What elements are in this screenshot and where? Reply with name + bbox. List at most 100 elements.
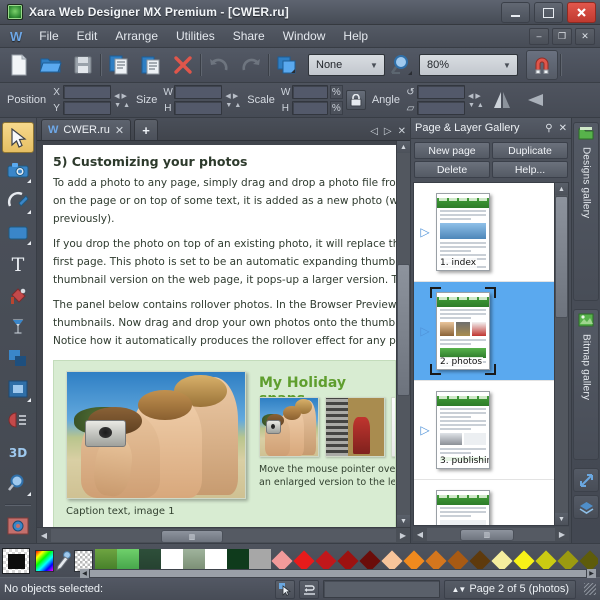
stack-icon[interactable] (573, 495, 599, 519)
close-button[interactable] (567, 2, 596, 23)
duplicate-button[interactable]: Duplicate (492, 142, 568, 159)
main-photo[interactable] (66, 371, 246, 499)
text-tool[interactable]: T (3, 249, 33, 278)
menu-edit[interactable]: Edit (68, 27, 107, 45)
triangle-right-icon[interactable]: ▷ (414, 225, 436, 239)
mdi-restore-button[interactable]: ❐ (552, 27, 572, 45)
freehand-tool[interactable] (3, 187, 33, 216)
menu-share[interactable]: Share (224, 27, 274, 45)
delete-icon[interactable] (168, 51, 198, 79)
size-spinners[interactable]: ◀ ▶ ▼ ▲ (225, 92, 241, 109)
gallery-page-row-1[interactable]: ▷ 1. index (414, 183, 554, 282)
page-thumbnail-1[interactable]: 1. index (436, 193, 490, 271)
position-y-input[interactable] (63, 101, 112, 115)
snap-magnet-icon[interactable] (526, 50, 558, 80)
gallery-scroll-right-icon[interactable]: ▶ (555, 528, 569, 541)
mdi-minimize-button[interactable]: – (529, 27, 549, 45)
scroll-up-icon[interactable]: ▲ (397, 141, 410, 153)
menu-utilities[interactable]: Utilities (167, 27, 224, 45)
gallery-horizontal-scrollbar[interactable]: ◀ ▥ ▶ (413, 527, 569, 541)
tab-prev-icon[interactable]: ◁ (370, 126, 378, 137)
tab-close-icon[interactable]: ✕ (115, 124, 124, 137)
page-thumbnail-3[interactable]: 3. publishing (436, 391, 490, 469)
gallery-page-row-2[interactable]: ▷ 2. photos (414, 282, 554, 381)
save-document-icon[interactable] (68, 51, 98, 79)
angle-input[interactable] (416, 85, 465, 99)
canvas-vertical-scrollbar[interactable]: ▲ ▼ (396, 141, 410, 527)
canvas-viewport[interactable]: 5) Customizing your photos To add a phot… (37, 141, 396, 527)
flip-vertical-icon[interactable] (487, 86, 517, 114)
3d-extrude-icon[interactable]: 3D (3, 437, 33, 466)
lock-icon[interactable] (345, 90, 366, 110)
position-spinners[interactable]: ◀ ▶ ▼ ▲ (114, 92, 130, 109)
gallery-hscroll-thumb[interactable]: ▥ (460, 528, 515, 541)
palette-scrollbar[interactable]: ◀ ▶ (80, 569, 596, 578)
zoom-tool[interactable] (3, 468, 33, 497)
vscroll-thumb[interactable] (397, 264, 410, 396)
redo-icon[interactable] (236, 51, 266, 79)
menu-file[interactable]: File (30, 27, 67, 45)
menu-help[interactable]: Help (334, 27, 377, 45)
diagonal-arrows-icon[interactable] (573, 468, 599, 492)
designs-gallery-tab[interactable]: Designs gallery (573, 122, 599, 301)
skew-input[interactable] (416, 101, 465, 115)
undo-icon[interactable] (204, 51, 234, 79)
tab-next-icon[interactable]: ▷ (384, 126, 392, 137)
magnifier-icon[interactable] (387, 51, 417, 79)
open-document-icon[interactable] (36, 51, 66, 79)
menu-window[interactable]: Window (274, 27, 335, 45)
contour-tool[interactable] (3, 406, 33, 435)
gallery-vscroll-thumb[interactable] (555, 196, 568, 318)
new-page-button[interactable]: New page (414, 142, 490, 159)
document-tab-cwer[interactable]: W CWER.ru ✕ (41, 119, 132, 140)
eyedropper-icon[interactable] (56, 551, 72, 571)
gallery-page-row-3[interactable]: ▷ 3. publishi (414, 381, 554, 480)
gallery-page-row-4[interactable]: ▷ (414, 480, 554, 525)
page-thumbnail-2[interactable]: 2. photos (436, 292, 490, 370)
angle-spinners[interactable]: ◀ ▶ ▼ ▲ (468, 92, 484, 109)
gallery-scroll-up-icon[interactable]: ▲ (555, 183, 568, 195)
menu-arrange[interactable]: Arrange (106, 27, 167, 45)
gallery-scroll-down-icon[interactable]: ▼ (555, 513, 568, 525)
triangle-right-icon[interactable]: ▷ (414, 324, 436, 338)
hscroll-track[interactable]: ▥ (51, 529, 396, 543)
photo-thumbnail-1[interactable] (259, 397, 319, 457)
minimize-button[interactable] (501, 2, 530, 23)
gallery-hscroll-track[interactable]: ▥ (427, 527, 555, 541)
flip-horizontal-icon[interactable] (520, 86, 550, 114)
canvas-horizontal-scrollbar[interactable]: ◀ ▥ ▶ (37, 527, 410, 543)
duplicate-icon[interactable] (272, 51, 302, 79)
tab-close-all-icon[interactable]: ✕ (398, 126, 406, 137)
bitmap-gallery-tab[interactable]: Bitmap gallery (573, 309, 599, 460)
triangle-right-icon[interactable]: ▷ (414, 423, 436, 437)
help-button[interactable]: Help... (492, 161, 568, 178)
zoom-select[interactable]: 80% ▼ (419, 54, 518, 76)
copy-icon[interactable] (104, 51, 134, 79)
pin-icon[interactable]: ⚲ (545, 123, 552, 134)
palette-scroll-right-icon[interactable]: ▶ (587, 569, 596, 578)
delete-button[interactable]: Delete (414, 161, 490, 178)
scroll-left-icon[interactable]: ◀ (37, 529, 51, 542)
scroll-down-icon[interactable]: ▼ (397, 515, 410, 527)
page-thumbnail-4[interactable] (436, 490, 490, 525)
photo-thumbnail-2[interactable] (325, 397, 385, 457)
new-document-icon[interactable] (4, 51, 34, 79)
transparency-tool[interactable] (3, 312, 33, 341)
size-h-input[interactable] (174, 101, 223, 115)
photo-tool[interactable] (3, 155, 33, 184)
selector-tool[interactable] (2, 122, 34, 154)
hscroll-thumb[interactable]: ▥ (161, 530, 224, 543)
triangle-right-icon[interactable]: ▷ (414, 522, 436, 525)
shadow-tool[interactable] (3, 343, 33, 372)
color-picker-icon[interactable] (35, 550, 54, 572)
resize-grip-icon[interactable] (584, 583, 596, 595)
size-w-input[interactable] (174, 85, 223, 99)
scale-w-input[interactable] (291, 85, 328, 99)
paste-icon[interactable] (136, 51, 166, 79)
scale-h-input[interactable] (291, 101, 328, 115)
snap-icon[interactable] (299, 579, 320, 599)
gallery-scroll-left-icon[interactable]: ◀ (413, 528, 427, 541)
mdi-close-button[interactable]: ✕ (575, 27, 595, 45)
live-effects-tool[interactable] (3, 512, 33, 541)
paint-bucket-icon[interactable] (3, 281, 33, 310)
